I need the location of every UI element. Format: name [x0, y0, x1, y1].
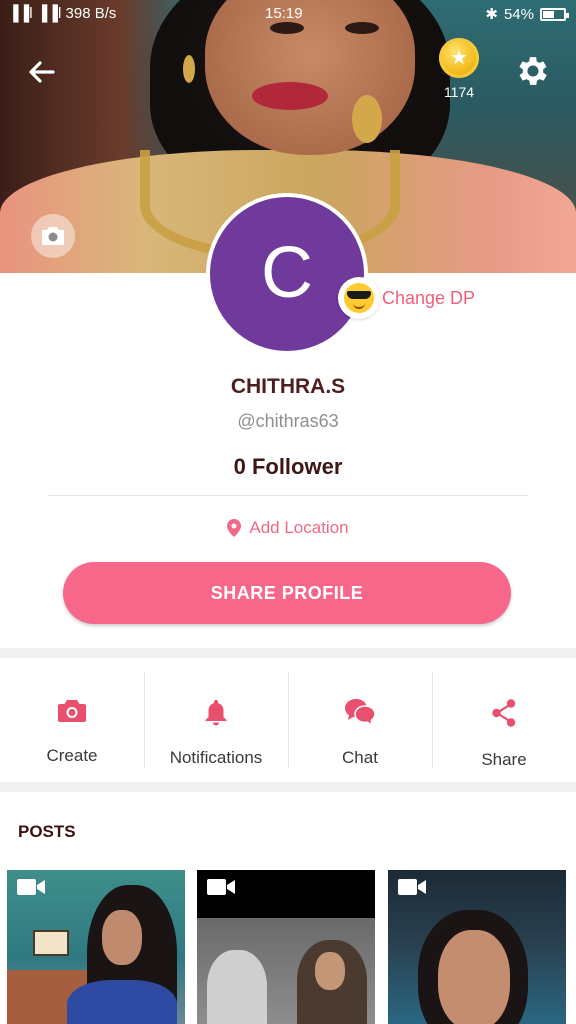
- create-label: Create: [46, 746, 98, 765]
- signal-icon: ▐▐l ▐▐l: [8, 5, 62, 22]
- avatar[interactable]: C: [206, 193, 368, 355]
- video-camera-icon: [398, 879, 426, 895]
- chat-label: Chat: [342, 748, 378, 767]
- location-pin-icon: [227, 519, 242, 537]
- change-cover-button[interactable]: [31, 214, 75, 258]
- bluetooth-icon: ✱: [485, 6, 498, 23]
- gear-icon: [519, 57, 547, 85]
- settings-button[interactable]: [514, 52, 552, 90]
- share-icon: [492, 699, 516, 727]
- battery-percent: 54%: [503, 5, 534, 23]
- divider: [48, 495, 528, 496]
- share-button[interactable]: Share: [432, 658, 576, 782]
- coin-icon: ★: [439, 38, 479, 78]
- create-button[interactable]: Create: [0, 658, 144, 782]
- clock: 15:19: [265, 5, 303, 22]
- action-bar: Create Notifications Chat Share: [0, 658, 576, 782]
- share-label: Share: [481, 750, 527, 769]
- notifications-button[interactable]: Notifications: [144, 658, 288, 782]
- video-camera-icon: [207, 879, 235, 895]
- posts-section: POSTS: [0, 792, 576, 1024]
- add-location-button[interactable]: Add Location: [0, 518, 576, 538]
- profile-username: @chithras63: [237, 411, 339, 431]
- post-thumbnail[interactable]: [7, 870, 185, 1024]
- bell-icon: [205, 700, 227, 726]
- post-thumbnail[interactable]: [388, 870, 566, 1024]
- post-thumbnail[interactable]: [197, 870, 375, 1024]
- coin-count: 1174: [443, 84, 475, 100]
- sunglasses-emoji-icon: [338, 277, 380, 319]
- chat-button[interactable]: Chat: [288, 658, 432, 782]
- coin-wallet[interactable]: ★ 1174: [436, 38, 482, 100]
- add-location-label: Add Location: [249, 518, 349, 537]
- change-dp-label: Change DP: [382, 287, 476, 308]
- status-bar: ▐▐l ▐▐l 398 B/s 15:19 ✱ 54%: [0, 0, 576, 28]
- video-camera-icon: [17, 879, 45, 895]
- camera-icon: [58, 700, 86, 722]
- share-profile-button[interactable]: SHARE PROFILE: [63, 562, 511, 624]
- battery-icon: [540, 7, 569, 21]
- camera-icon: [42, 227, 64, 245]
- chat-bubbles-icon: [345, 699, 376, 726]
- back-arrow-icon: [29, 61, 55, 83]
- posts-heading: POSTS: [18, 822, 76, 841]
- network-speed: 398 B/s: [65, 5, 117, 22]
- follower-count[interactable]: 0 Follower: [0, 454, 576, 480]
- change-dp-button[interactable]: Change DP: [338, 276, 475, 320]
- notifications-label: Notifications: [169, 748, 263, 767]
- profile-name: CHITHRA.S: [230, 375, 346, 398]
- back-button[interactable]: [22, 52, 62, 92]
